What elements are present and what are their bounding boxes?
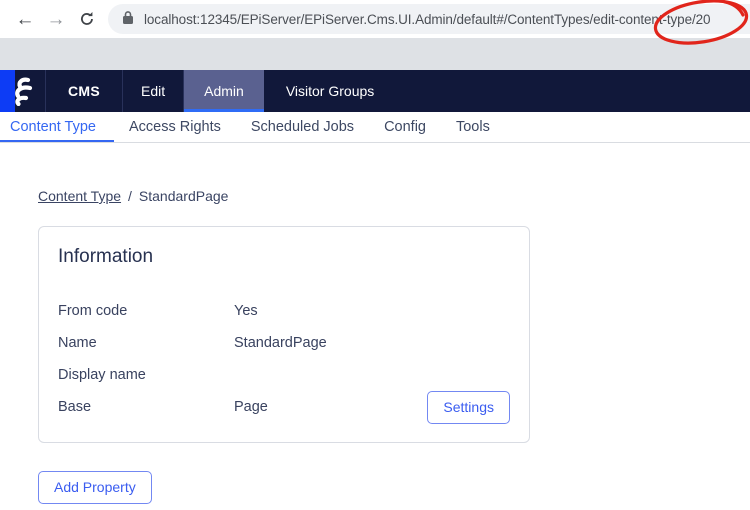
browser-toolbar: ← → localhost:12345/EPiServer/EPiServer.… [0,0,750,45]
tab-content-type[interactable]: Content Type [0,112,114,142]
browser-reload-icon[interactable] [75,10,99,28]
global-nav: CMS Edit Admin Visitor Groups [0,70,750,112]
admin-sub-nav: Content Type Access Rights Scheduled Job… [0,112,750,143]
settings-button[interactable]: Settings [427,391,510,424]
address-bar[interactable]: localhost:12345/EPiServer/EPiServer.Cms.… [108,4,750,34]
info-row-base: Base Page Settings [58,391,510,424]
information-card: Information From code Yes Name StandardP… [38,226,530,443]
tab-tools[interactable]: Tools [441,112,505,142]
info-row-from-code: From code Yes [58,295,510,327]
card-title: Information [58,246,154,267]
info-label: From code [58,303,128,319]
tab-access-rights[interactable]: Access Rights [114,112,236,142]
nav-item-edit[interactable]: Edit [123,70,185,112]
breadcrumb-current-page: StandardPage [138,188,229,204]
info-label: Display name [58,367,146,383]
tab-scheduled-jobs[interactable]: Scheduled Jobs [236,112,369,142]
tab-config[interactable]: Config [369,112,441,142]
episerver-logo-icon [15,77,33,106]
main-content: Content Type / StandardPage Information Fr… [0,188,750,504]
info-value: Page [234,399,268,416]
add-property-button[interactable]: Add Property [38,470,152,504]
nav-item-admin[interactable]: Admin [184,70,264,112]
info-label: Name [58,335,97,351]
breadcrumb-link-content-type[interactable]: Content Type [38,188,121,204]
nav-item-visitor-groups[interactable]: Visitor Groups [264,70,396,112]
breadcrumb-separator: / [128,188,132,204]
info-row-display-name: Display name [58,359,510,391]
nav-item-cms[interactable]: CMS [46,70,124,112]
lock-icon [122,10,134,30]
breadcrumb: Content Type / StandardPage [38,188,750,204]
info-value: StandardPage [234,335,327,351]
browser-back-icon[interactable]: ← [12,10,38,29]
info-value: Yes [234,303,258,319]
browser-chrome-band [0,38,750,70]
browser-forward-icon[interactable]: → [43,10,69,29]
url-text: localhost:12345/EPiServer/EPiServer.Cms.… [144,11,711,27]
episerver-logo[interactable] [0,70,46,112]
info-label: Base [58,399,92,416]
info-row-name: Name StandardPage [58,327,510,359]
